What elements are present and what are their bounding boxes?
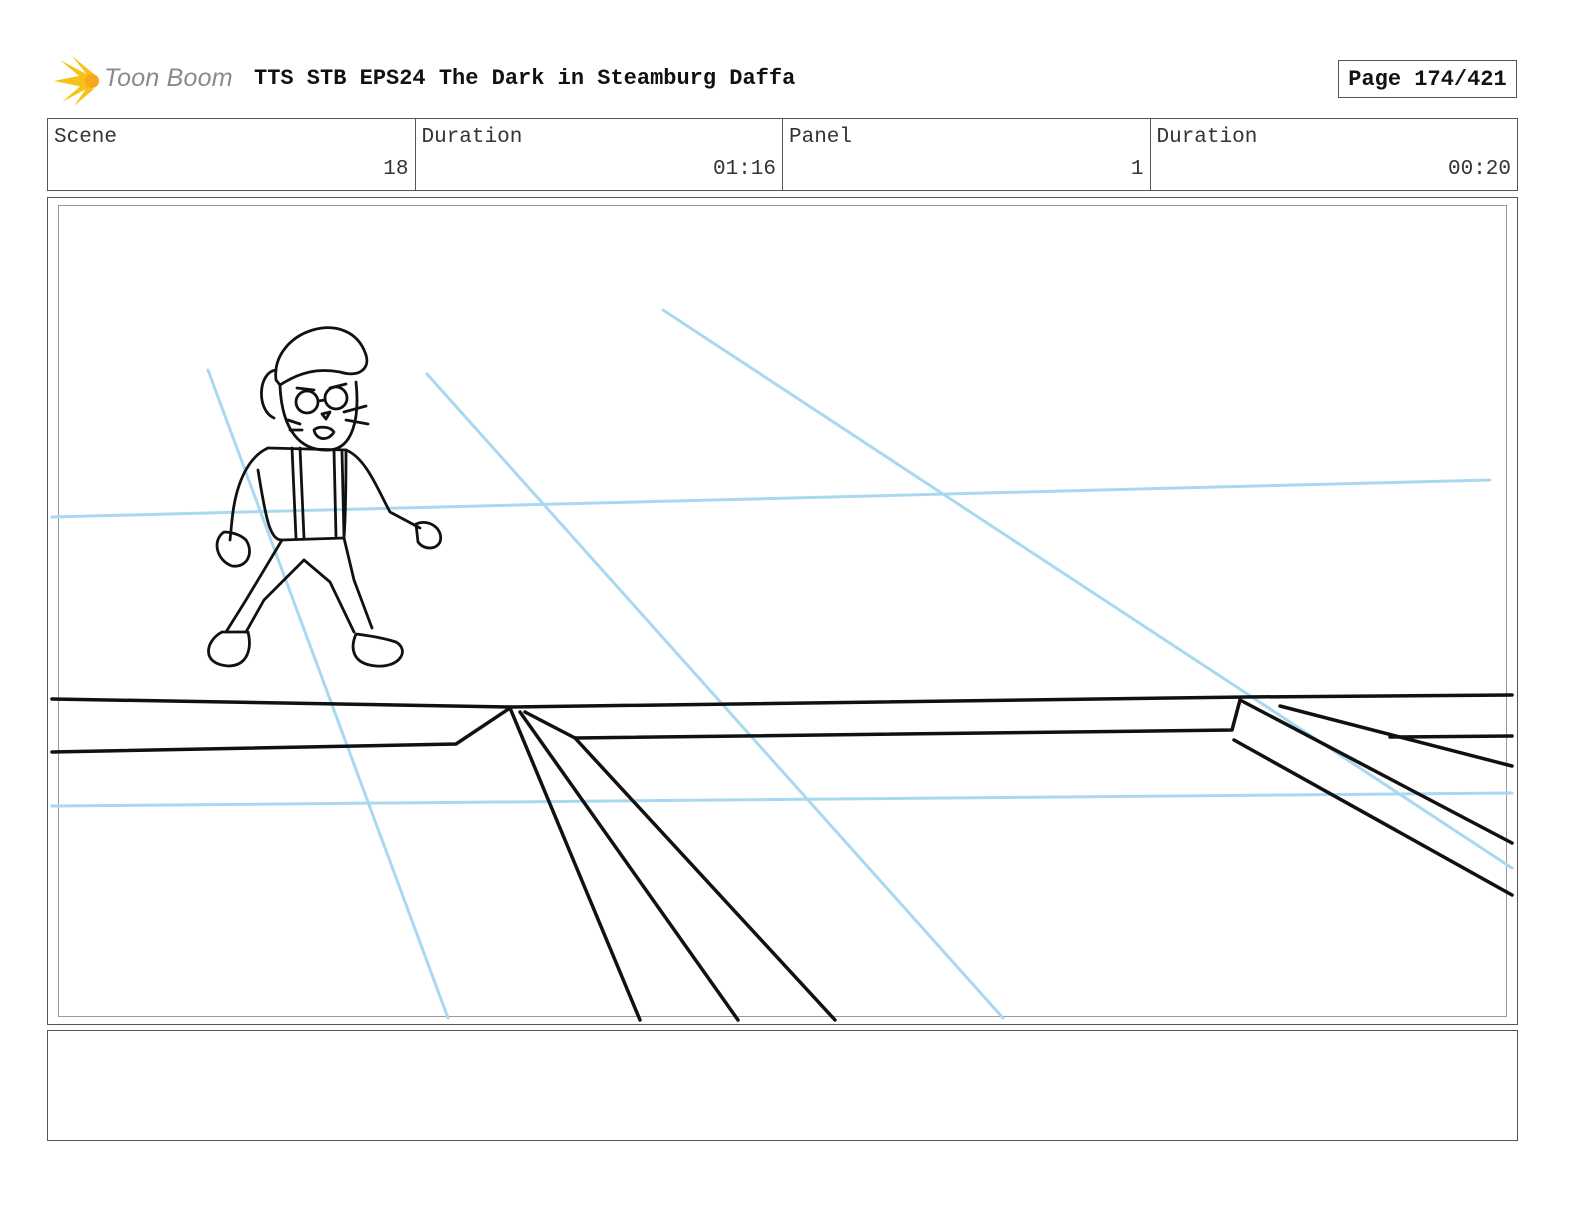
character-sketch — [207, 326, 443, 668]
panel-notes-box — [47, 1030, 1518, 1141]
set-lines — [50, 693, 1514, 1022]
